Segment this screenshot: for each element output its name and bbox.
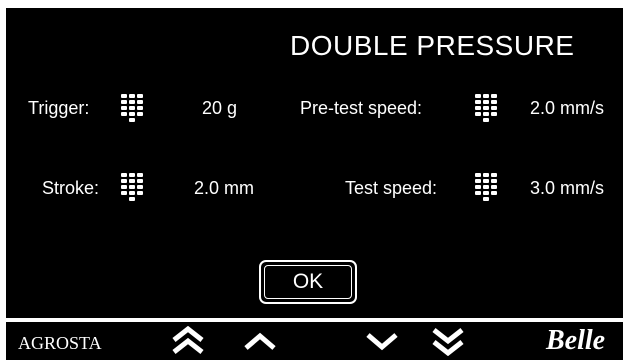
double-chevron-down-icon[interactable]: [428, 326, 468, 356]
chevron-up-icon[interactable]: [240, 326, 280, 356]
pretest-speed-label: Pre-test speed:: [300, 98, 423, 118]
stroke-keypad-icon[interactable]: [119, 171, 145, 201]
stroke-value: 2.0 mm: [194, 178, 255, 198]
double-chevron-up-icon[interactable]: [168, 326, 208, 356]
brand-label: AGROSTA: [18, 333, 102, 353]
belle-logo: Belle: [546, 325, 606, 356]
pretest-speed-keypad-icon[interactable]: [473, 92, 499, 122]
footer-bar: AGROSTA Belle: [6, 322, 623, 360]
test-speed-value: 3.0 mm/s: [530, 178, 605, 198]
main-screen: DOUBLE PRESSURE Trigger: 20 g Pre-test s…: [6, 8, 623, 318]
test-speed-keypad-icon[interactable]: [473, 171, 499, 201]
stroke-label: Stroke:: [42, 178, 100, 198]
ok-button-label: OK: [264, 265, 352, 299]
page-title: DOUBLE PRESSURE: [290, 30, 575, 61]
pretest-speed-value: 2.0 mm/s: [530, 98, 605, 118]
test-speed-label: Test speed:: [345, 178, 438, 198]
trigger-keypad-icon[interactable]: [119, 92, 145, 122]
chevron-down-icon[interactable]: [362, 326, 402, 356]
trigger-value: 20 g: [202, 98, 238, 118]
trigger-label: Trigger:: [28, 98, 90, 118]
ok-button[interactable]: OK: [259, 260, 357, 304]
